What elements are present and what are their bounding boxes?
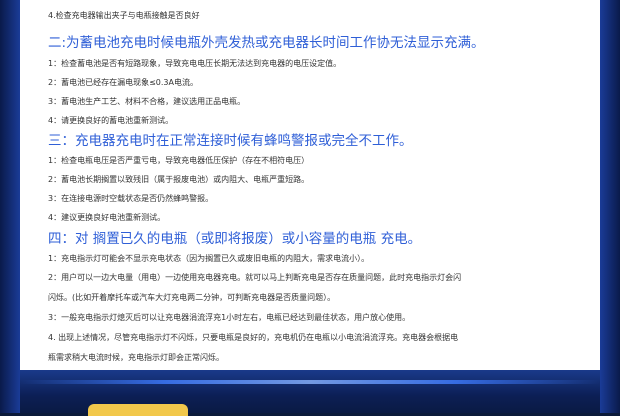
section4-item: 1：充电指示灯可能会不显示充电状态（因为搁置已久或废旧电瓶的内阻大，需求电流小）…: [48, 254, 370, 263]
section2-item: 3：蓄电池生产工艺、材料不合格，建议选用正品电瓶。: [48, 97, 246, 106]
section2-item: 2：蓄电池已经存在漏电现象≤0.3A电流。: [48, 78, 198, 87]
section3-item: 2：蓄电池长期搁置以致残旧（属于报废电池）或内阻大、电瓶严重短路。: [48, 175, 310, 184]
section4-heading: 四：对 搁置已久的电瓶（或即将报废）或小容量的电瓶 充电。: [48, 231, 422, 247]
bottom-tab-decoration: [88, 404, 188, 416]
section4-item: 闪烁。(比如开着摩托车或汽车大灯充电两二分钟，可判断充电器是否质量问题）。: [48, 293, 336, 302]
section3-item: 1：检查电瓶电压是否严重亏电，导致充电器低压保护（存在不相符电压）: [48, 156, 310, 165]
section4-item: 2：用户可以一边大电量（用电）一边使用充电器充电。就可以马上判断充电是否存在质量…: [48, 273, 462, 282]
section4-item: 瓶需求稍大电流时候，充电指示灯即会正常闪烁。: [48, 353, 224, 362]
bottom-glow-line: [20, 380, 600, 384]
section2-item: 4：请更换良好的蓄电池重新测试。: [48, 116, 174, 125]
left-edge-decoration: [0, 0, 22, 413]
section3-item: 3：在连接电源时空载状态是否仍然蜂鸣警报。: [48, 194, 214, 203]
top-line: 4.检查充电器输出夹子与电瓶接触是否良好: [48, 11, 200, 20]
section4-item: 4. 出现上述情况，尽管充电指示灯不闪烁，只要电瓶是良好的，充电机仍在电瓶以小电…: [48, 333, 459, 342]
content-card: 4.检查充电器输出夹子与电瓶接触是否良好 二:为蓄电池充电时候电瓶外壳发热或充电…: [20, 0, 600, 370]
section2-item: 1：检查蓄电池是否有短路现象，导致充电电压长期无法达到充电器的电压设定值。: [48, 59, 342, 68]
section3-heading: 三：充电器充电时在正常连接时候有蜂鸣警报或完全不工作。: [48, 133, 413, 149]
section4-item: 3：一般充电指示灯熄灭后可以让充电器涓流浮充1小时左右，电瓶已经达到最佳状态，用…: [48, 313, 411, 322]
section3-item: 4：建议更换良好电池重新测试。: [48, 213, 166, 222]
right-edge-decoration: [598, 0, 620, 413]
section2-heading: 二:为蓄电池充电时候电瓶外壳发热或充电器长时间工作协无法显示充满。: [48, 35, 485, 51]
